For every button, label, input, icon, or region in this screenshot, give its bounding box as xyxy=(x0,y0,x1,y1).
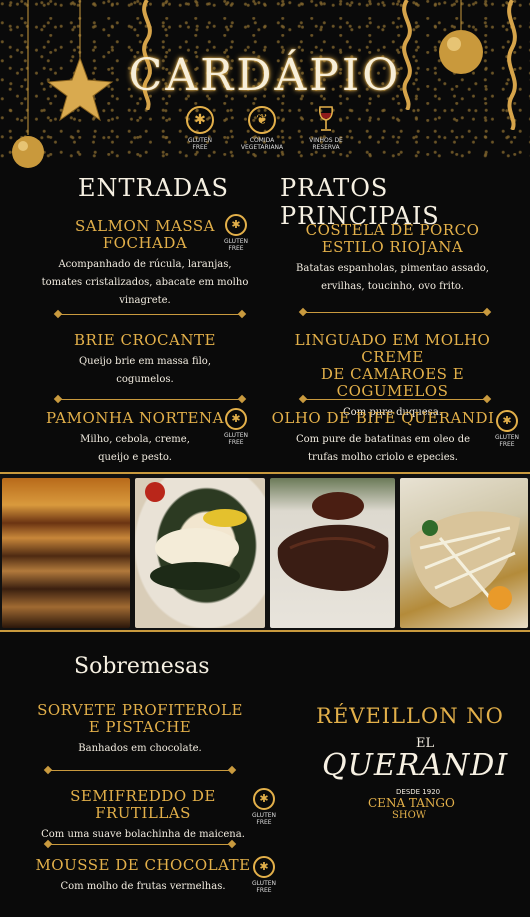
section-divider xyxy=(43,765,237,775)
dessert-cake-photo xyxy=(2,478,130,628)
section-heading-sobremesas: Sobremesas xyxy=(74,654,210,679)
legend-badges: ✱ GLUTEN FREE ❦ COMIDA VEGETARIANA VINHO… xyxy=(0,106,530,158)
food-photo-strip xyxy=(0,472,530,632)
el-querandi-logo: EL QUERANDI DESDE 1920 CENA TANGO SHOW xyxy=(322,736,509,821)
menu-item-semifreddo: SEMIFREDDO DE FRUTILLAS Com uma suave bo… xyxy=(41,787,245,841)
gluten-free-badge: ✱ GLUTEN FREE xyxy=(219,214,253,252)
wheat-crossed-icon: ✱ xyxy=(186,106,214,134)
section-divider xyxy=(298,307,492,317)
fish-dish-photo xyxy=(135,478,265,628)
wheat-crossed-icon: ✱ xyxy=(253,856,275,878)
gluten-free-badge: ✱ GLUTEN FREE xyxy=(247,856,281,894)
menu-item-sorvete: SORVETE PROFITEROLE E PISTACHE Banhados … xyxy=(37,701,243,755)
wheat-crossed-icon: ✱ xyxy=(225,214,247,236)
gluten-free-badge: ✱ GLUTEN FREE xyxy=(247,788,281,826)
section-divider xyxy=(53,309,247,319)
section-divider xyxy=(53,394,247,404)
legend-gluten-free: ✱ GLUTEN FREE xyxy=(170,106,230,151)
promo-line: RÉVEILLON NO xyxy=(316,704,504,728)
menu-item-olho-de-bife: OLHO DE BIFE QUERANDI Com pure de batati… xyxy=(271,409,495,464)
wine-glass-icon xyxy=(312,106,340,134)
leaf-icon: ❦ xyxy=(248,106,276,134)
reveillon-promo: RÉVEILLON NO EL QUERANDI DESDE 1920 CENA… xyxy=(300,704,520,831)
page-title: CARDÁPIO xyxy=(128,50,402,101)
menu-item-mousse: MOUSSE DE CHOCOLATE Com molho de frutas … xyxy=(35,856,251,893)
legend-reserve-wines: VINHOS DE RESERVA xyxy=(296,106,356,151)
menu-item-costela: COSTELA DE PORCO ESTILO RIOJANA Batatas … xyxy=(296,221,489,293)
wheat-crossed-icon: ✱ xyxy=(253,788,275,810)
section-divider xyxy=(298,394,492,404)
legend-vegetarian: ❦ COMIDA VEGETARIANA xyxy=(232,106,292,151)
gluten-free-badge: ✱ GLUTEN FREE xyxy=(490,410,524,448)
wheat-crossed-icon: ✱ xyxy=(496,410,518,432)
salad-photo xyxy=(400,478,528,628)
menu-item-brie: BRIE CROCANTE Queijo brie em massa filo,… xyxy=(74,331,216,386)
steak-photo xyxy=(270,478,395,628)
gluten-free-badge: ✱ GLUTEN FREE xyxy=(219,408,253,446)
section-divider xyxy=(43,839,237,849)
section-heading-entradas: ENTRADAS xyxy=(78,174,229,202)
wheat-crossed-icon: ✱ xyxy=(225,408,247,430)
